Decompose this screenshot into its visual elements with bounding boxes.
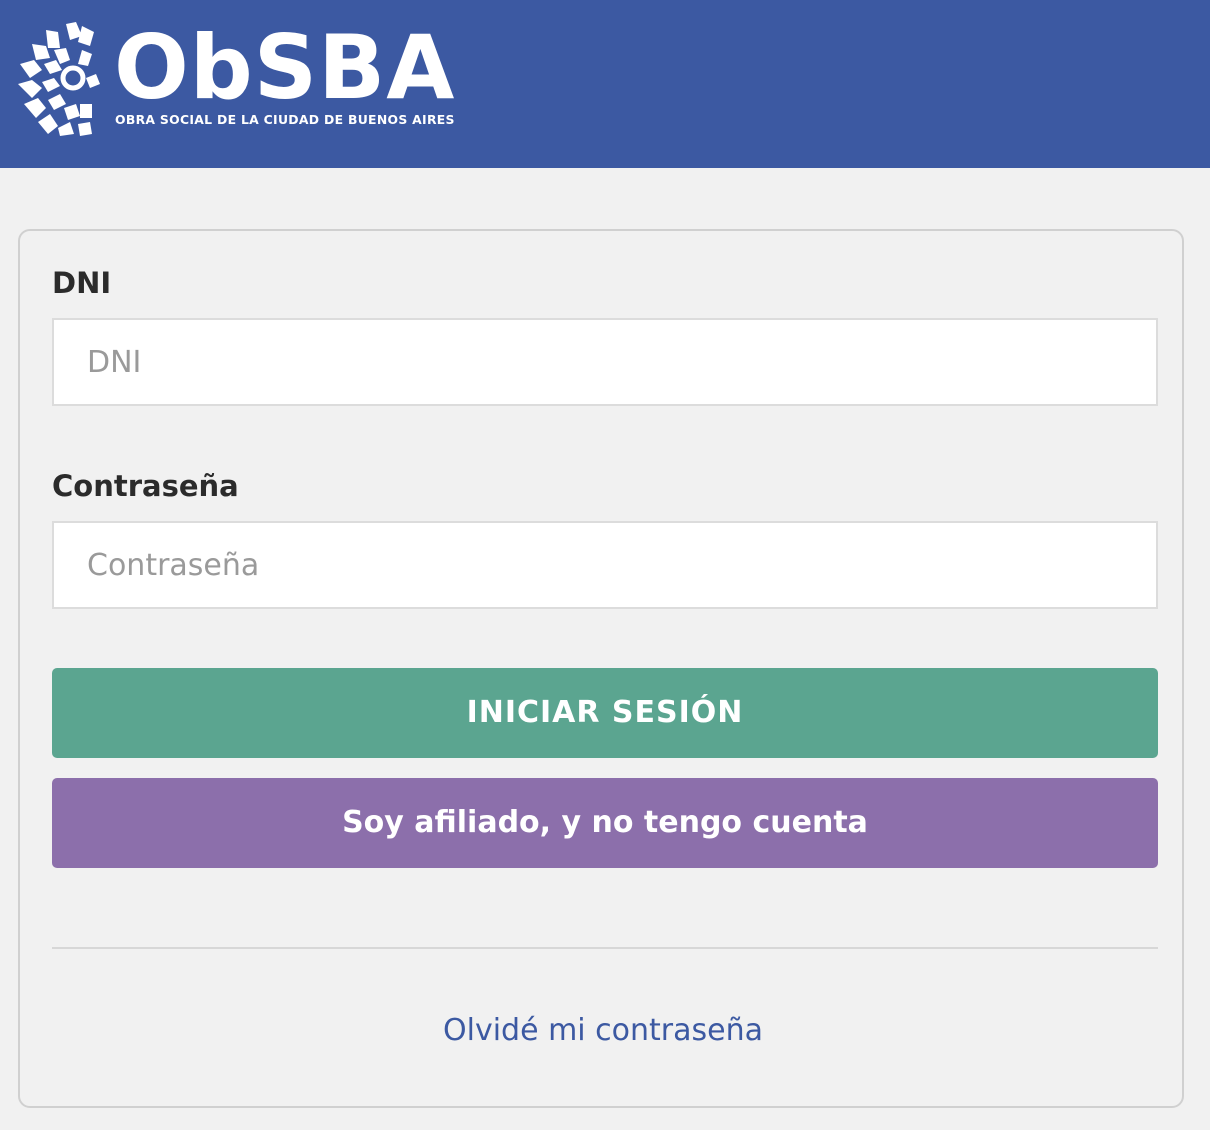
- password-input[interactable]: [52, 521, 1158, 609]
- site-header: ObSBA OBRA SOCIAL DE LA CIUDAD DE BUENOS…: [0, 0, 1210, 168]
- password-label: Contraseña: [52, 469, 239, 503]
- dni-input[interactable]: [52, 318, 1158, 406]
- dni-label: DNI: [52, 266, 112, 300]
- flower-sun-icon: [18, 22, 100, 136]
- logo-tagline: OBRA SOCIAL DE LA CIUDAD DE BUENOS AIRES: [115, 112, 455, 127]
- forgot-password-link[interactable]: Olvidé mi contraseña: [20, 1011, 1186, 1051]
- divider: [52, 947, 1158, 949]
- login-card: DNI Contraseña INICIAR SESIÓN Soy afilia…: [18, 229, 1184, 1108]
- login-button[interactable]: INICIAR SESIÓN: [52, 668, 1158, 758]
- logo-wordmark: ObSBA: [114, 16, 456, 119]
- register-button[interactable]: Soy afiliado, y no tengo cuenta: [52, 778, 1158, 868]
